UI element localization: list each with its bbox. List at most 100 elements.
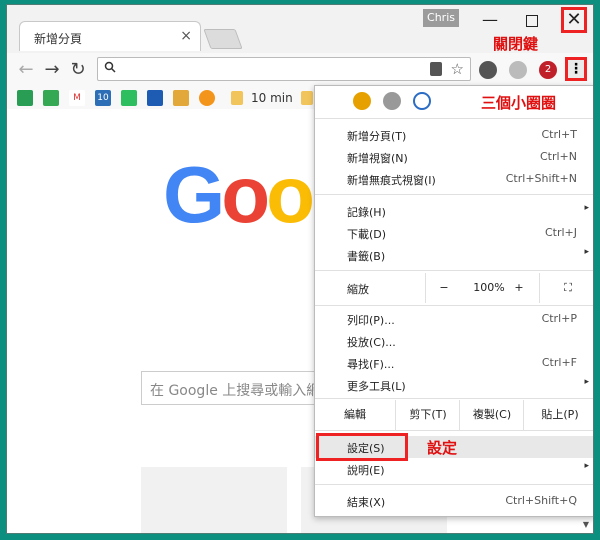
- menu-item-print[interactable]: 列印(P)... Ctrl+P: [315, 308, 593, 330]
- menu-item-new-window[interactable]: 新增視窗(N) Ctrl+N: [315, 146, 593, 168]
- menu-item-label: 書籤(B): [347, 250, 386, 263]
- menu-separator: [315, 270, 593, 271]
- close-button[interactable]: ✕: [561, 7, 587, 33]
- logo-letter: o: [266, 150, 315, 239]
- menu-item-label: 投放(C)...: [347, 336, 396, 349]
- search-placeholder: 在 Google 上搜尋或輸入網址: [150, 383, 335, 399]
- submenu-arrow-icon: ▸: [584, 247, 589, 257]
- menu-separator: [315, 484, 593, 485]
- menu-separator: [315, 430, 593, 431]
- menu-item-find[interactable]: 尋找(F)... Ctrl+F: [315, 352, 593, 374]
- evernote-bookmark-icon[interactable]: [121, 90, 137, 106]
- back-button[interactable]: ←: [13, 57, 39, 83]
- menu-item-shortcut: Ctrl+Shift+Q: [505, 494, 577, 507]
- menu-item-shortcut: Ctrl+F: [541, 356, 577, 369]
- paste-button[interactable]: 貼上(P): [523, 400, 593, 430]
- menu-separator: [315, 305, 593, 306]
- menu-item-cast[interactable]: 投放(C)...: [315, 330, 593, 352]
- extension-icon[interactable]: [353, 92, 371, 110]
- folder-icon[interactable]: [231, 91, 243, 105]
- forward-button[interactable]: →: [39, 57, 65, 83]
- maximize-button[interactable]: [519, 7, 545, 33]
- star-icon[interactable]: ☆: [451, 60, 464, 78]
- menu-item-label: 新增無痕式視窗(I): [347, 174, 436, 187]
- menu-item-more-tools[interactable]: 更多工具(L) ▸: [315, 374, 593, 396]
- menu-item-incognito[interactable]: 新增無痕式視窗(I) Ctrl+Shift+N: [315, 168, 593, 190]
- menu-item-shortcut: Ctrl+P: [541, 312, 577, 325]
- minimize-button[interactable]: —: [477, 7, 503, 33]
- scroll-down-icon[interactable]: ▼: [583, 520, 589, 529]
- edit-label: 編輯: [344, 408, 366, 421]
- tab-new-tab[interactable]: 新增分頁 ×: [19, 21, 201, 51]
- menu-item-label: 更多工具(L): [347, 380, 406, 393]
- menu-item-label: 下載(D): [347, 228, 387, 241]
- adblock-badge: 2: [544, 64, 552, 75]
- logo-letter: G: [163, 150, 225, 239]
- menu-item-label: 新增視窗(N): [347, 152, 408, 165]
- dots-annotation: 三個小圈圈: [481, 94, 557, 112]
- menu-dots-icon[interactable]: ⋮: [565, 57, 587, 81]
- settings-highlight-box: [316, 433, 408, 461]
- menu-item-label: 記錄(H): [347, 206, 386, 219]
- menu-item-label: 列印(P)...: [347, 314, 395, 327]
- calendar-icon[interactable]: 10: [95, 90, 111, 106]
- toolbar: ← → ↻ ☆ 2 ⋮: [7, 53, 593, 87]
- menu-extension-row: 三個小圈圈: [315, 86, 593, 116]
- menu-item-shortcut: Ctrl+T: [541, 128, 577, 141]
- tab-title: 新增分頁: [34, 32, 83, 46]
- timer-icon[interactable]: [173, 90, 189, 106]
- search-icon: [104, 61, 116, 76]
- menu-item-label: 說明(E): [347, 464, 385, 477]
- new-tab-button[interactable]: [203, 29, 243, 49]
- profile-badge[interactable]: Chris: [423, 9, 459, 27]
- title-bar: 新增分頁 × Chris — ✕ 關閉鍵: [7, 5, 593, 53]
- menu-item-shortcut: Ctrl+J: [544, 226, 577, 239]
- submenu-arrow-icon: ▸: [584, 461, 589, 471]
- evernote-icon[interactable]: [479, 61, 497, 79]
- submenu-arrow-icon: ▸: [584, 203, 589, 213]
- zoom-out-button[interactable]: −: [425, 273, 462, 303]
- tab-close-icon[interactable]: ×: [180, 28, 192, 44]
- menu-separator: [315, 398, 593, 399]
- submenu-arrow-icon: ▸: [584, 377, 589, 387]
- onedrive-icon[interactable]: [147, 90, 163, 106]
- most-visited-tile[interactable]: [141, 467, 287, 533]
- menu-item-downloads[interactable]: 下載(D) Ctrl+J: [315, 222, 593, 244]
- menu-item-help[interactable]: 說明(E) ▸: [315, 458, 593, 480]
- skype-icon[interactable]: [509, 61, 527, 79]
- bitcoin-icon[interactable]: [199, 90, 215, 106]
- extension-icon[interactable]: [413, 92, 431, 110]
- logo-letter: o: [221, 150, 270, 239]
- menu-item-shortcut: Ctrl+N: [539, 150, 577, 163]
- drive-icon[interactable]: [17, 90, 33, 106]
- chrome-menu: 三個小圈圈 新增分頁(T) Ctrl+T 新增視窗(N) Ctrl+N 新增無痕…: [314, 85, 593, 517]
- cut-button[interactable]: 剪下(T): [395, 400, 460, 430]
- folder-icon[interactable]: [301, 91, 313, 105]
- menu-zoom-row: 縮放 − 100% + ⛶: [315, 273, 593, 303]
- menu-item-label: 結束(X): [347, 496, 386, 509]
- bookmark-10min[interactable]: 10 min: [251, 91, 293, 105]
- extension-icon[interactable]: [383, 92, 401, 110]
- shield-icon[interactable]: [430, 62, 442, 76]
- copy-button[interactable]: 複製(C): [459, 400, 524, 430]
- menu-item-history[interactable]: 記錄(H) ▸: [315, 200, 593, 222]
- zoom-label: 縮放: [347, 283, 369, 296]
- gmail-icon[interactable]: M: [69, 90, 85, 106]
- maximize-icon: [526, 14, 538, 27]
- adblock-icon[interactable]: 2: [539, 61, 557, 79]
- maps-icon[interactable]: [43, 90, 59, 106]
- omnibox[interactable]: ☆: [97, 57, 471, 81]
- zoom-in-button[interactable]: +: [501, 273, 537, 303]
- close-annotation: 關閉鍵: [493, 35, 539, 53]
- menu-item-label: 尋找(F)...: [347, 358, 395, 371]
- menu-item-new-tab[interactable]: 新增分頁(T) Ctrl+T: [315, 124, 593, 146]
- menu-item-bookmarks[interactable]: 書籤(B) ▸: [315, 244, 593, 266]
- fullscreen-icon[interactable]: ⛶: [539, 273, 593, 303]
- reload-button[interactable]: ↻: [65, 57, 91, 83]
- menu-separator: [315, 194, 593, 195]
- menu-edit-row: 編輯 剪下(T) 複製(C) 貼上(P): [315, 400, 593, 430]
- menu-item-label: 新增分頁(T): [347, 130, 407, 143]
- browser-window: 新增分頁 × Chris — ✕ 關閉鍵 ← → ↻ ☆ 2 ⋮ M 10 10…: [6, 4, 594, 534]
- menu-item-exit[interactable]: 結束(X) Ctrl+Shift+Q: [315, 490, 593, 512]
- settings-annotation: 設定: [427, 439, 458, 457]
